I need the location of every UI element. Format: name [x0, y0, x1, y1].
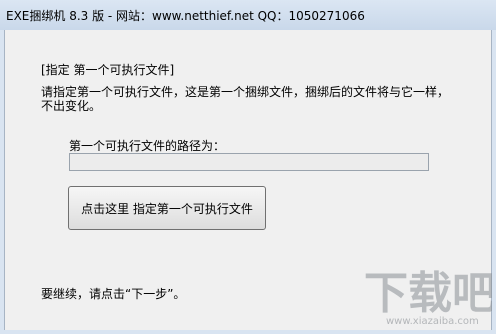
path-label: 第一个可执行文件的路径为：: [69, 139, 226, 153]
watermark-url: www.xiazaiba.com: [386, 316, 479, 327]
watermark-logo: 下载吧 www.xiazaiba.com: [358, 258, 496, 330]
exe-path-field[interactable]: [69, 153, 429, 171]
description-line-1: 请指定第一个可执行文件，这是第一个捆绑文件，捆绑后的文件将与它一样，: [41, 85, 450, 99]
choose-first-exe-button[interactable]: 点击这里 指定第一个可执行文件: [68, 186, 266, 230]
window-title: EXE捆绑机 8.3 版 - 网站：www.netthief.net QQ：10…: [6, 9, 365, 23]
watermark-text: 下载吧: [364, 268, 492, 319]
watermark-icon: 下载吧 www.xiazaiba.com: [364, 268, 496, 327]
title-bar[interactable]: EXE捆绑机 8.3 版 - 网站：www.netthief.net QQ：10…: [0, 0, 496, 30]
description-line-2: 不出变化。: [41, 99, 102, 113]
continue-hint: 要继续，请点击“下一步”。: [41, 287, 186, 301]
section-header: [指定 第一个可执行文件]: [41, 63, 175, 77]
